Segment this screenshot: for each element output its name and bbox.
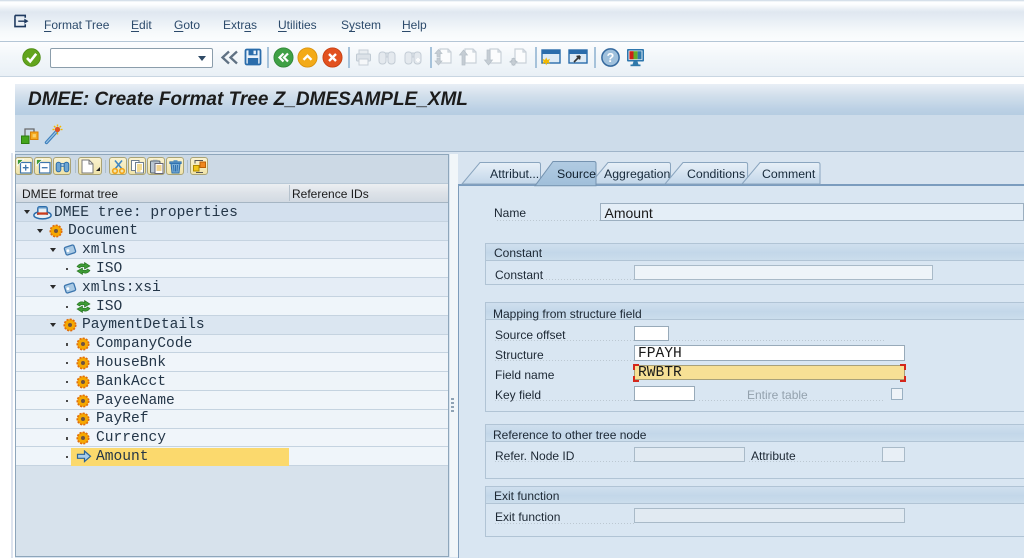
svg-text:Attribut...: Attribut... (490, 167, 539, 181)
svg-text:Conditions: Conditions (687, 167, 745, 181)
svg-text:?: ? (607, 51, 615, 65)
svg-text:Comment: Comment (762, 167, 816, 181)
svg-text:Source: Source (557, 167, 596, 181)
svg-text:Aggregation: Aggregation (604, 167, 670, 181)
